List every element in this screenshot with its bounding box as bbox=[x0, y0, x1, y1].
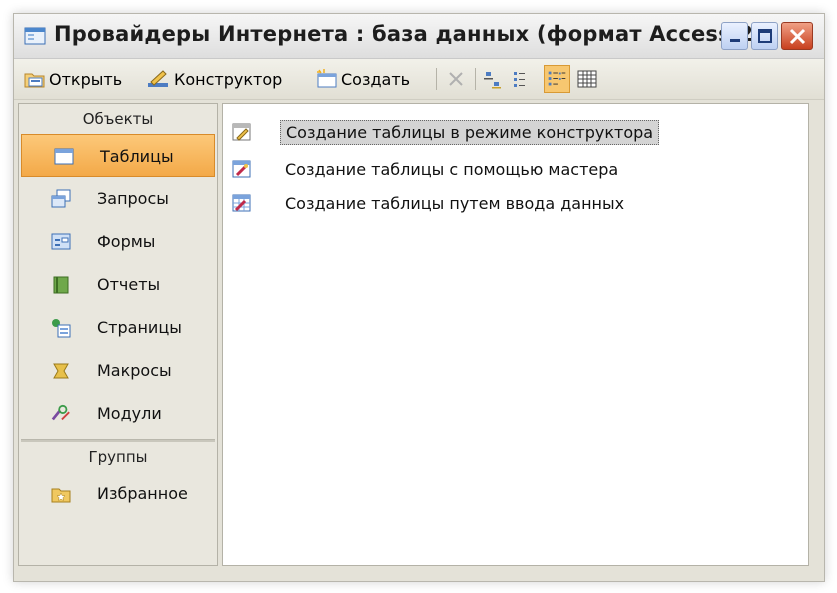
database-window-icon bbox=[24, 27, 46, 45]
module-icon bbox=[51, 404, 70, 421]
small-icons-icon[interactable] bbox=[511, 65, 537, 93]
list-item-label: Создание таблицы с помощью мастера bbox=[285, 159, 619, 179]
open-label: Открыть bbox=[49, 69, 123, 89]
window-title: Провайдеры Интернета : база данных (форм… bbox=[54, 22, 778, 46]
title-bar[interactable]: Провайдеры Интернета : база данных (форм… bbox=[14, 14, 824, 59]
toolbar-separator bbox=[475, 68, 476, 90]
maximize-button[interactable] bbox=[751, 22, 778, 50]
minimize-button[interactable] bbox=[721, 22, 748, 50]
list-item[interactable]: Создание таблицы путем ввода данных bbox=[231, 190, 629, 216]
macro-icon bbox=[53, 363, 69, 379]
design-button[interactable]: Конструктор bbox=[147, 65, 282, 93]
sidebar-item-label: Формы bbox=[97, 232, 156, 251]
create-button[interactable]: Создать bbox=[316, 65, 410, 93]
wizard-icon bbox=[232, 160, 251, 178]
toolbar: Открыть Конструктор Создать bbox=[14, 59, 824, 100]
close-button[interactable] bbox=[781, 22, 813, 50]
design-wizard-icon bbox=[232, 123, 251, 141]
details-view-icon[interactable] bbox=[574, 65, 600, 93]
objects-header[interactable]: Объекты bbox=[19, 104, 217, 134]
sidebar-item-macros[interactable]: Макросы bbox=[19, 349, 217, 392]
open-icon bbox=[24, 73, 45, 88]
sidebar-item-forms[interactable]: Формы bbox=[19, 220, 217, 263]
page-icon bbox=[52, 319, 71, 338]
query-icon bbox=[51, 189, 71, 208]
object-list: Создание таблицы в режиме конструктора С… bbox=[222, 103, 809, 566]
sidebar-item-modules[interactable]: Модули bbox=[19, 392, 217, 435]
open-button[interactable]: Открыть bbox=[24, 65, 122, 93]
design-label: Конструктор bbox=[174, 69, 283, 89]
minimize-icon bbox=[730, 39, 740, 42]
create-label: Создать bbox=[341, 69, 411, 89]
objects-bar: Объекты Таблицы Запросы Формы Отчеты Стр… bbox=[18, 103, 218, 566]
sidebar-item-queries[interactable]: Запросы bbox=[19, 177, 217, 220]
delete-icon[interactable] bbox=[444, 65, 470, 93]
report-icon bbox=[53, 276, 69, 294]
large-icons-icon[interactable] bbox=[480, 65, 506, 93]
toolbar-separator bbox=[436, 68, 437, 90]
list-item[interactable]: Создание таблицы в режиме конструктора bbox=[231, 119, 660, 145]
list-item-label: Создание таблицы путем ввода данных bbox=[285, 193, 625, 213]
groups-header[interactable]: Группы bbox=[19, 442, 217, 472]
list-view-icon[interactable] bbox=[544, 65, 570, 93]
list-item-label: Создание таблицы в режиме конструктора bbox=[280, 119, 660, 145]
form-icon bbox=[51, 233, 71, 250]
table-icon bbox=[54, 148, 74, 165]
sidebar-item-label: Макросы bbox=[97, 361, 172, 380]
sidebar-item-label: Страницы bbox=[97, 318, 182, 337]
datasheet-wizard-icon bbox=[232, 194, 251, 212]
favorites-folder-icon bbox=[51, 488, 71, 503]
sidebar-item-favorites[interactable]: Избранное bbox=[19, 472, 217, 515]
sidebar-item-label: Отчеты bbox=[97, 275, 161, 294]
sidebar-item-label: Избранное bbox=[97, 484, 188, 503]
sidebar-item-label: Таблицы bbox=[100, 147, 174, 166]
sidebar-item-reports[interactable]: Отчеты bbox=[19, 263, 217, 306]
list-item[interactable]: Создание таблицы с помощью мастера bbox=[231, 156, 623, 182]
create-icon bbox=[317, 69, 337, 88]
sidebar-item-tables[interactable]: Таблицы bbox=[21, 134, 215, 177]
close-icon bbox=[789, 28, 806, 45]
sidebar-item-label: Модули bbox=[97, 404, 162, 423]
sidebar-item-label: Запросы bbox=[97, 189, 169, 208]
maximize-icon bbox=[758, 29, 772, 43]
design-icon bbox=[148, 70, 168, 87]
sidebar-item-pages[interactable]: Страницы bbox=[19, 306, 217, 349]
